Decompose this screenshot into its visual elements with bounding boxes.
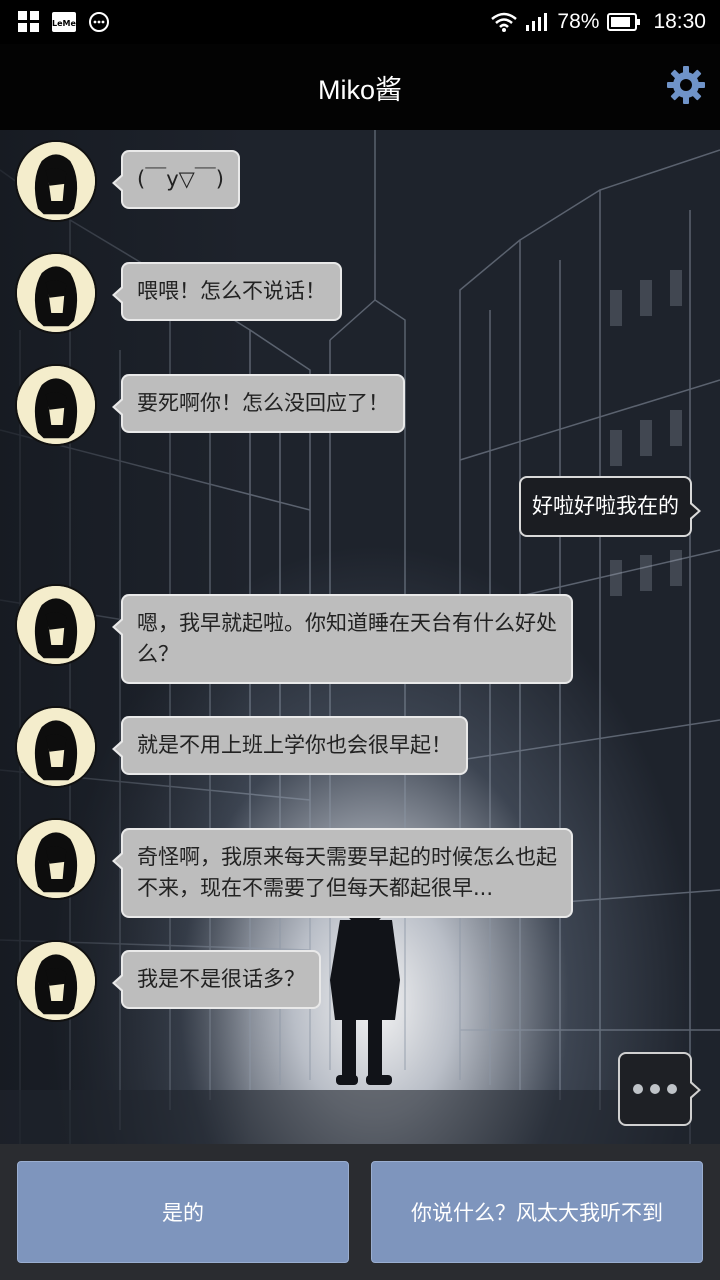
avatar[interactable] xyxy=(15,706,97,788)
avatar[interactable] xyxy=(15,140,97,222)
bot-message-bubble: 嗯，我早就起啦。你知道睡在天台有什么好处 么？ xyxy=(112,594,573,684)
reply-bar: 是的 你说什么？风太大我听不到 xyxy=(0,1144,720,1280)
avatar[interactable] xyxy=(15,252,97,334)
dot xyxy=(667,1084,677,1094)
dot xyxy=(633,1084,643,1094)
wifi-icon xyxy=(491,12,518,32)
reply-option-1-button[interactable]: 是的 xyxy=(17,1161,349,1263)
leme-icon: LeMe xyxy=(52,12,76,32)
reply-option-2-button[interactable]: 你说什么？风太大我听不到 xyxy=(371,1161,703,1263)
avatar[interactable] xyxy=(15,818,97,900)
signal-icon xyxy=(525,12,549,32)
smile-icon xyxy=(88,11,110,33)
apps-grid-icon xyxy=(18,11,40,33)
bot-message-bubble: 喂喂！怎么不说话！ xyxy=(112,262,342,321)
clock: 18:30 xyxy=(653,10,706,33)
status-left: LeMe xyxy=(18,11,110,33)
bot-message-bubble: (￣y▽￣) xyxy=(112,150,240,209)
battery-icon xyxy=(607,12,641,32)
bot-message-bubble: 我是不是很话多？ xyxy=(112,950,321,1009)
gear-icon[interactable] xyxy=(666,65,706,105)
bot-message-bubble: 要死啊你！怎么没回应了！ xyxy=(112,374,405,433)
status-bar: LeMe 78% 18:30 xyxy=(0,0,720,44)
user-message-bubble: 好啦好啦我在的 xyxy=(519,476,701,537)
page-title: Miko酱 xyxy=(317,74,402,105)
avatar[interactable] xyxy=(15,940,97,1022)
avatar[interactable] xyxy=(15,364,97,446)
battery-percent: 78% xyxy=(557,10,600,33)
status-right: 78% 18:30 xyxy=(491,10,706,34)
dot xyxy=(650,1084,660,1094)
avatar[interactable] xyxy=(15,584,97,666)
svg-text:LeMe: LeMe xyxy=(52,19,76,28)
bot-message-bubble: 就是不用上班上学你也会很早起！ xyxy=(112,716,468,775)
title-bar: Miko酱 xyxy=(0,44,720,130)
bot-message-bubble: 奇怪啊，我原来每天需要早起的时候怎么也起 不来，现在不需要了但每天都起很早... xyxy=(112,828,573,918)
more-dots-icon[interactable] xyxy=(618,1052,701,1126)
chat-area[interactable]: (￣y▽￣) 喂喂！怎么不说话！ 要死啊你！怎么没回应了！ 好啦好啦我在的 嗯，… xyxy=(0,130,720,1144)
